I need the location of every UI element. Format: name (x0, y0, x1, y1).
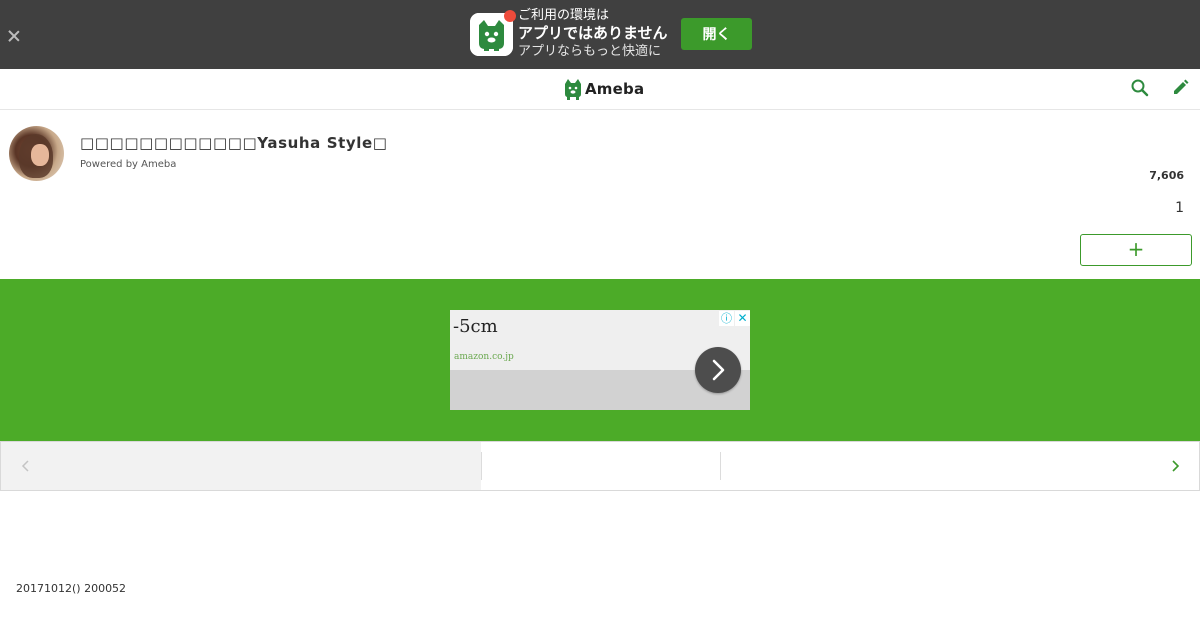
ad-unit[interactable]: -5cm amazon.co.jp ⓘ ✕ (450, 310, 750, 410)
nav-divider (720, 452, 721, 480)
banner-line-2: アプリではありません (518, 24, 668, 42)
app-banner: ご利用の環境は アプリではありません アプリならもっと快適に 開く (0, 0, 1200, 69)
notification-badge (504, 10, 516, 22)
close-icon[interactable] (6, 28, 22, 44)
chevron-right-icon (1172, 460, 1180, 472)
banner-text: ご利用の環境は アプリではありません アプリならもっと快適に (518, 7, 668, 60)
search-icon[interactable] (1130, 78, 1150, 98)
ameba-mascot-icon (565, 79, 581, 100)
ad-info-icon[interactable]: ⓘ (719, 311, 734, 326)
logo-text: Ameba (585, 80, 645, 98)
next-post-button[interactable] (1156, 442, 1200, 490)
chevron-left-icon (21, 460, 29, 472)
follow-button[interactable]: + (1080, 234, 1192, 266)
site-header: Ameba (0, 69, 1200, 110)
open-app-button[interactable]: 開く (681, 18, 752, 50)
ameba-logo[interactable]: Ameba (564, 77, 644, 101)
banner-line-3: アプリならもっと快適に (518, 44, 662, 59)
rank-value: 1 (1175, 200, 1184, 216)
ad-close-icon[interactable]: ✕ (735, 311, 750, 326)
blog-title-text: Yasuha Style (257, 134, 373, 152)
ad-headline[interactable]: -5cm (453, 316, 498, 337)
post-navigation (0, 441, 1200, 491)
avatar[interactable] (9, 126, 64, 181)
powered-by: Powered by Ameba (80, 159, 177, 170)
nav-divider (481, 452, 482, 480)
edit-icon[interactable] (1170, 78, 1190, 98)
ad-chevron-right-icon[interactable] (695, 347, 741, 393)
ad-band: -5cm amazon.co.jp ⓘ ✕ (0, 279, 1200, 441)
prev-post-button[interactable] (1, 442, 481, 490)
reader-count: 7,606 (1149, 169, 1184, 182)
post-date: 20171012() 200052 (16, 582, 127, 595)
avatar-face (31, 144, 49, 166)
ad-domain[interactable]: amazon.co.jp (454, 352, 514, 362)
blog-title[interactable]: □□□□□□□□□□□□Yasuha Style□ (80, 134, 388, 152)
banner-line-1: ご利用の環境は (518, 8, 610, 23)
